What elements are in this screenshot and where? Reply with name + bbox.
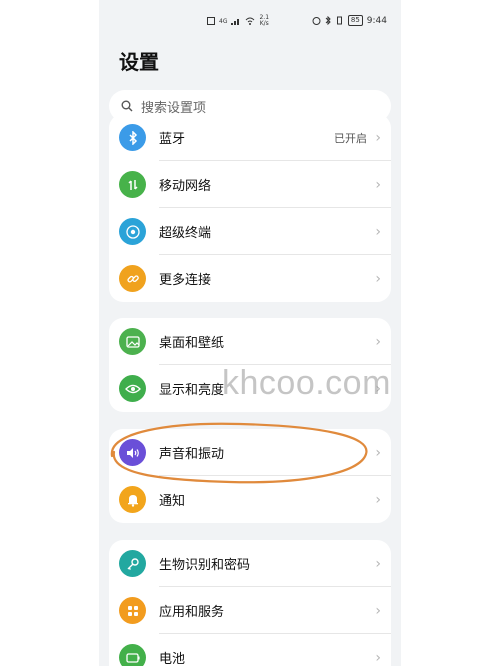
status-left: 4G 2.1 K/s	[207, 15, 269, 27]
apps-icon	[119, 597, 146, 624]
wallpaper-icon	[119, 328, 146, 355]
speed-unit: K/s	[259, 20, 269, 27]
status-right: 85 9:44	[312, 15, 387, 26]
bell-icon	[119, 486, 146, 513]
eye-icon	[119, 375, 146, 402]
mobile-data-icon	[119, 171, 146, 198]
settings-group-security: 生物识别和密码 › 应用和服务 › 电池 ›	[109, 540, 391, 666]
wifi-icon	[246, 17, 255, 25]
chevron-right-icon: ›	[375, 333, 381, 350]
clock: 9:44	[366, 15, 387, 26]
vibrate-icon	[336, 16, 342, 25]
settings-item-mobile-network[interactable]: 移动网络 ›	[109, 161, 391, 208]
settings-item-label: 超级终端	[159, 226, 212, 241]
settings-item-label: 应用和服务	[159, 605, 225, 620]
settings-item-bluetooth[interactable]: 蓝牙 已开启 ›	[109, 114, 391, 161]
settings-item-super-device[interactable]: 超级终端 ›	[109, 208, 391, 255]
alarm-icon	[312, 17, 321, 25]
chevron-right-icon: ›	[375, 602, 381, 619]
key-icon	[119, 550, 146, 577]
settings-item-label: 通知	[159, 494, 186, 509]
chevron-right-icon: ›	[375, 129, 381, 146]
bluetooth-status-icon	[325, 16, 331, 25]
chevron-right-icon: ›	[375, 555, 381, 572]
settings-item-battery[interactable]: 电池 ›	[109, 634, 391, 666]
settings-group-connectivity: 蓝牙 已开启 › 移动网络 › 超级终端 › 更多连接 ›	[109, 114, 391, 302]
super-device-icon	[119, 218, 146, 245]
search-icon	[121, 100, 133, 112]
phone-screen: 4G 2.1 K/s 85 9:44 设置 搜索设置项 蓝牙 已开启 › 移动网…	[99, 0, 401, 666]
annotation-circle	[110, 422, 368, 484]
chevron-right-icon: ›	[375, 270, 381, 287]
chevron-right-icon: ›	[375, 223, 381, 240]
settings-item-label: 生物识别和密码	[159, 558, 251, 573]
battery-icon	[119, 644, 146, 666]
signal-text: 4G	[219, 17, 228, 25]
settings-item-wallpaper[interactable]: 桌面和壁纸 ›	[109, 318, 391, 365]
settings-item-label: 桌面和壁纸	[159, 336, 225, 351]
settings-item-label: 更多连接	[159, 273, 212, 288]
sim-icon	[207, 17, 215, 25]
link-icon	[119, 265, 146, 292]
settings-item-label: 显示和亮度	[159, 383, 225, 398]
settings-item-value: 已开启	[334, 131, 367, 145]
settings-item-label: 蓝牙	[159, 132, 186, 147]
signal-icon	[231, 19, 240, 25]
settings-item-label: 电池	[159, 652, 186, 666]
settings-item-biometrics-password[interactable]: 生物识别和密码 ›	[109, 540, 391, 587]
settings-item-more-connections[interactable]: 更多连接 ›	[109, 255, 391, 302]
chevron-right-icon: ›	[375, 176, 381, 193]
status-bar: 4G 2.1 K/s 85 9:44	[99, 14, 401, 30]
chevron-right-icon: ›	[375, 491, 381, 508]
network-speed: 2.1 K/s	[259, 15, 269, 27]
battery-indicator: 85	[347, 15, 363, 26]
page-title: 设置	[119, 50, 159, 74]
search-placeholder: 搜索设置项	[141, 100, 207, 116]
watermark: khcoo.com	[222, 364, 391, 402]
bluetooth-icon	[119, 124, 146, 151]
settings-item-apps-services[interactable]: 应用和服务 ›	[109, 587, 391, 634]
chevron-right-icon: ›	[375, 649, 381, 666]
settings-item-label: 移动网络	[159, 179, 212, 194]
